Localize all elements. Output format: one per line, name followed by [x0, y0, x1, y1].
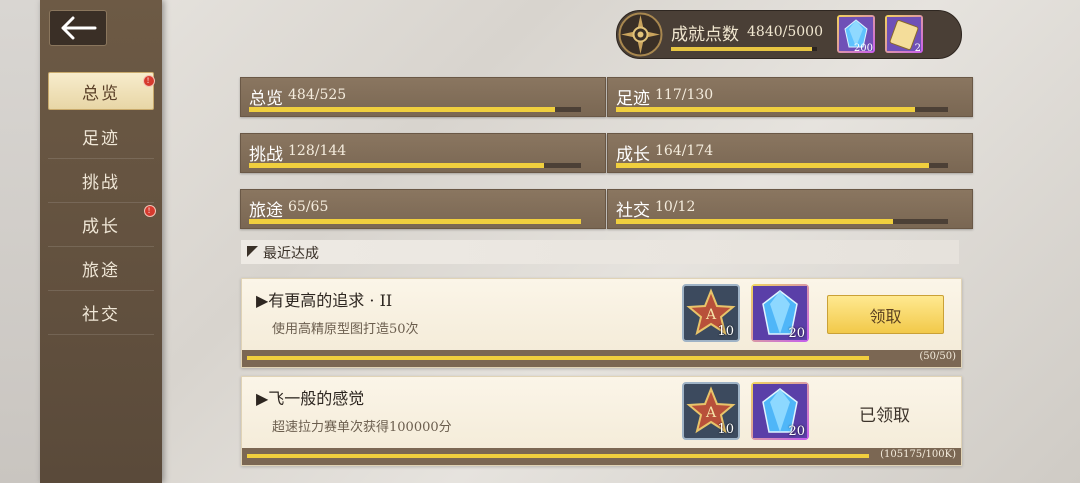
stat-card-growth[interactable]: 成长 164/174	[607, 133, 973, 173]
stat-progress-bar	[616, 107, 948, 112]
achievement-title: ▶飞一般的感觉	[256, 389, 365, 408]
achievement-description: 使用高精原型图打造50次	[272, 322, 419, 337]
progress-fill	[247, 454, 869, 458]
stat-progress-fill	[249, 163, 545, 168]
star-a-badge-icon[interactable]: A 10	[682, 284, 740, 342]
compass-emblem-icon	[618, 12, 663, 57]
blue-crystal-icon[interactable]: 20	[751, 382, 809, 440]
achievement-points-panel: 成就点数 4840/5000 200 2	[616, 10, 962, 59]
reward-count: 10	[717, 422, 734, 437]
sidebar-item-label: 总览	[82, 83, 120, 104]
sidebar-nav: 总览 ! 足迹 挑战 成长 ! 旅途 社交	[40, 70, 162, 335]
stat-value: 128/144	[288, 143, 347, 159]
stat-value: 164/174	[655, 143, 714, 159]
points-value: 4840/5000	[747, 24, 823, 40]
progress-track	[247, 454, 869, 458]
stat-value: 484/525	[288, 87, 347, 103]
sidebar-item-label: 挑战	[82, 173, 120, 193]
reward-count: 10	[717, 324, 734, 339]
stat-progress-bar	[616, 163, 948, 168]
left-edge-strip	[0, 0, 40, 483]
svg-text:A: A	[705, 405, 717, 421]
achievement-card: ▶有更高的追求 · II 使用高精原型图打造50次 A 10 20 领取 (50…	[241, 278, 962, 368]
stat-progress-fill	[616, 107, 915, 112]
stat-name: 挑战	[249, 145, 283, 165]
stat-name: 社交	[616, 201, 650, 221]
achievement-description: 超速拉力赛单次获得100000分	[272, 420, 452, 435]
stat-name: 成长	[616, 145, 650, 165]
stat-card-overview[interactable]: 总览 484/525	[240, 77, 606, 117]
sidebar: 总览 ! 足迹 挑战 成长 ! 旅途 社交	[40, 0, 162, 483]
achievement-title: ▶有更高的追求 · II	[256, 291, 393, 310]
stat-value: 10/12	[655, 199, 696, 215]
points-progress-fill	[671, 47, 813, 51]
stat-progress-fill	[616, 163, 930, 168]
stat-value: 117/130	[655, 87, 714, 103]
achievement-progress-bar: (105175/100K)	[242, 448, 961, 465]
back-arrow-icon	[61, 16, 97, 40]
sidebar-item-label: 旅途	[82, 261, 120, 281]
reward-count: 20	[788, 424, 805, 439]
blue-crystal-icon[interactable]: 20	[751, 284, 809, 342]
sidebar-item-label: 成长	[82, 217, 120, 237]
stat-name: 旅途	[249, 201, 283, 221]
stat-card-footprints[interactable]: 足迹 117/130	[607, 77, 973, 117]
recent-achievements-header: 最近达成	[241, 240, 959, 264]
sidebar-item-overview[interactable]: 总览 !	[48, 72, 155, 110]
sidebar-item-journey[interactable]: 旅途	[48, 247, 154, 291]
progress-text: (50/50)	[919, 351, 956, 362]
stat-progress-fill	[249, 219, 581, 224]
ticket-icon[interactable]: 2	[885, 15, 923, 54]
stat-progress-bar	[616, 219, 948, 224]
notification-badge: !	[144, 205, 156, 217]
achievement-card: ▶飞一般的感觉 超速拉力赛单次获得100000分 A 10 20 已领取 (10…	[241, 376, 962, 466]
sidebar-item-challenge[interactable]: 挑战	[48, 159, 154, 203]
claimed-status: 已领取	[859, 406, 910, 426]
points-progress-bar	[671, 47, 817, 51]
claim-button[interactable]: 领取	[827, 295, 944, 334]
corner-triangle-icon	[247, 246, 258, 257]
stat-card-journey[interactable]: 旅途 65/65	[240, 189, 606, 229]
stat-name: 总览	[249, 89, 283, 109]
progress-fill	[247, 356, 869, 360]
stat-progress-bar	[249, 107, 581, 112]
sidebar-item-label: 足迹	[82, 129, 120, 149]
stat-name: 足迹	[616, 89, 650, 109]
notification-badge: !	[143, 75, 155, 87]
stat-progress-bar	[249, 163, 581, 168]
progress-text: (105175/100K)	[880, 449, 956, 460]
achievement-progress-bar: (50/50)	[242, 350, 961, 367]
sidebar-item-growth[interactable]: 成长 !	[48, 203, 156, 247]
stat-value: 65/65	[288, 199, 329, 215]
back-button[interactable]	[49, 10, 107, 46]
stat-progress-fill	[249, 107, 556, 112]
points-label: 成就点数	[671, 25, 739, 45]
reward-count: 200	[853, 43, 873, 54]
stat-card-social[interactable]: 社交 10/12	[607, 189, 973, 229]
reward-count: 20	[788, 326, 805, 341]
sidebar-item-social[interactable]: 社交	[48, 291, 154, 335]
stat-progress-fill	[616, 219, 893, 224]
section-title: 最近达成	[263, 246, 319, 262]
stat-progress-bar	[249, 219, 581, 224]
star-a-badge-icon[interactable]: A 10	[682, 382, 740, 440]
reward-count: 2	[914, 43, 921, 54]
svg-text:A: A	[705, 307, 717, 323]
stat-card-challenge[interactable]: 挑战 128/144	[240, 133, 606, 173]
sidebar-item-label: 社交	[82, 305, 120, 325]
progress-track	[247, 356, 869, 360]
sidebar-item-footprints[interactable]: 足迹	[48, 115, 154, 159]
blue-crystal-icon[interactable]: 200	[837, 15, 875, 54]
